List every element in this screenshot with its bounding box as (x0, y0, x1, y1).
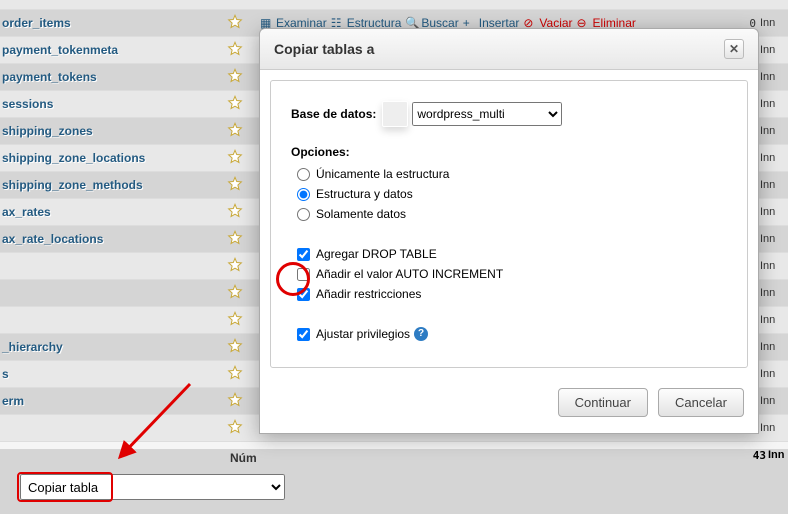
footer: Núm Copiar tabla (0, 449, 788, 514)
table-name[interactable]: ax_rate_locations (0, 232, 220, 246)
checkbox-drop-table-label: Agregar DROP TABLE (316, 247, 437, 261)
favorite-star[interactable] (220, 365, 250, 384)
table-name[interactable]: shipping_zone_locations (0, 151, 220, 165)
table-name[interactable]: _hierarchy (0, 340, 220, 354)
favorite-star[interactable] (220, 257, 250, 276)
storage-engine: Inn (760, 152, 788, 164)
checkbox-drop-table[interactable] (297, 248, 310, 261)
radio-structure-and-data-label: Estructura y datos (316, 187, 413, 201)
storage-engine: Inn (760, 125, 788, 137)
storage-engine: Inn (760, 314, 788, 326)
total-engine: Inn (768, 449, 788, 461)
storage-engine: Inn (760, 287, 788, 299)
dialog-close-button[interactable]: ✕ (724, 39, 744, 59)
cancel-button[interactable]: Cancelar (658, 388, 744, 417)
checkbox-constraints[interactable] (297, 288, 310, 301)
storage-engine: Inn (760, 341, 788, 353)
radio-structure-only[interactable] (297, 168, 310, 181)
table-name[interactable]: ax_rates (0, 205, 220, 219)
favorite-star[interactable] (220, 311, 250, 330)
favorite-star[interactable] (220, 176, 250, 195)
favorite-star[interactable] (220, 122, 250, 141)
favorite-star[interactable] (220, 149, 250, 168)
dialog-footer: Continuar Cancelar (260, 378, 758, 433)
help-icon[interactable]: ? (414, 327, 428, 341)
dialog-body: Base de datos: wordpress_multi Opciones:… (270, 80, 748, 368)
storage-engine: Inn (760, 422, 788, 434)
favorite-star[interactable] (220, 419, 250, 438)
storage-engine: Inn (760, 17, 788, 29)
options-heading: Opciones: (291, 145, 727, 159)
checkbox-privileges-label: Ajustar privilegios (316, 327, 410, 341)
radio-data-only[interactable] (297, 208, 310, 221)
storage-engine: Inn (760, 44, 788, 56)
continue-button[interactable]: Continuar (558, 388, 648, 417)
bulk-action-select[interactable]: Copiar tabla (20, 474, 285, 500)
checkbox-auto-increment[interactable] (297, 268, 310, 281)
storage-engine: Inn (760, 71, 788, 83)
storage-engine: Inn (760, 206, 788, 218)
storage-engine: Inn (760, 260, 788, 272)
storage-engine: Inn (760, 98, 788, 110)
storage-engine: Inn (760, 233, 788, 245)
table-name[interactable]: sessions (0, 97, 220, 111)
table-name[interactable]: s (0, 367, 220, 381)
radio-structure-only-label: Únicamente la estructura (316, 167, 449, 181)
favorite-star[interactable] (220, 284, 250, 303)
column-header-num: Núm (230, 451, 257, 465)
radio-data-only-label: Solamente datos (316, 207, 406, 221)
storage-engine: Inn (760, 179, 788, 191)
checkbox-privileges[interactable] (297, 328, 310, 341)
total-rows: 43 (753, 449, 766, 462)
dialog-title-text: Copiar tablas a (274, 41, 374, 57)
storage-engine: Inn (760, 368, 788, 380)
favorite-star[interactable] (220, 68, 250, 87)
checkbox-auto-increment-label: Añadir el valor AUTO INCREMENT (316, 267, 503, 281)
favorite-star[interactable] (220, 230, 250, 249)
radio-structure-and-data[interactable] (297, 188, 310, 201)
storage-engine: Inn (760, 395, 788, 407)
favorite-star[interactable] (220, 338, 250, 357)
favorite-star[interactable] (220, 95, 250, 114)
database-select[interactable]: wordpress_multi (412, 102, 562, 126)
favorite-star[interactable] (220, 392, 250, 411)
table-name[interactable]: order_items (0, 16, 220, 30)
close-icon: ✕ (729, 42, 739, 56)
database-label: Base de datos: (291, 107, 376, 121)
table-name[interactable]: shipping_zone_methods (0, 178, 220, 192)
table-name[interactable]: payment_tokenmeta (0, 43, 220, 57)
database-icon (382, 101, 408, 127)
table-name[interactable]: shipping_zones (0, 124, 220, 138)
copy-tables-dialog: Copiar tablas a ✕ Base de datos: wordpre… (259, 28, 759, 434)
table-name[interactable]: erm (0, 394, 220, 408)
table-name[interactable]: payment_tokens (0, 70, 220, 84)
favorite-star[interactable] (220, 203, 250, 222)
favorite-star[interactable] (220, 41, 250, 60)
checkbox-constraints-label: Añadir restricciones (316, 287, 421, 301)
favorite-star[interactable] (220, 14, 250, 33)
dialog-titlebar: Copiar tablas a ✕ (260, 29, 758, 70)
